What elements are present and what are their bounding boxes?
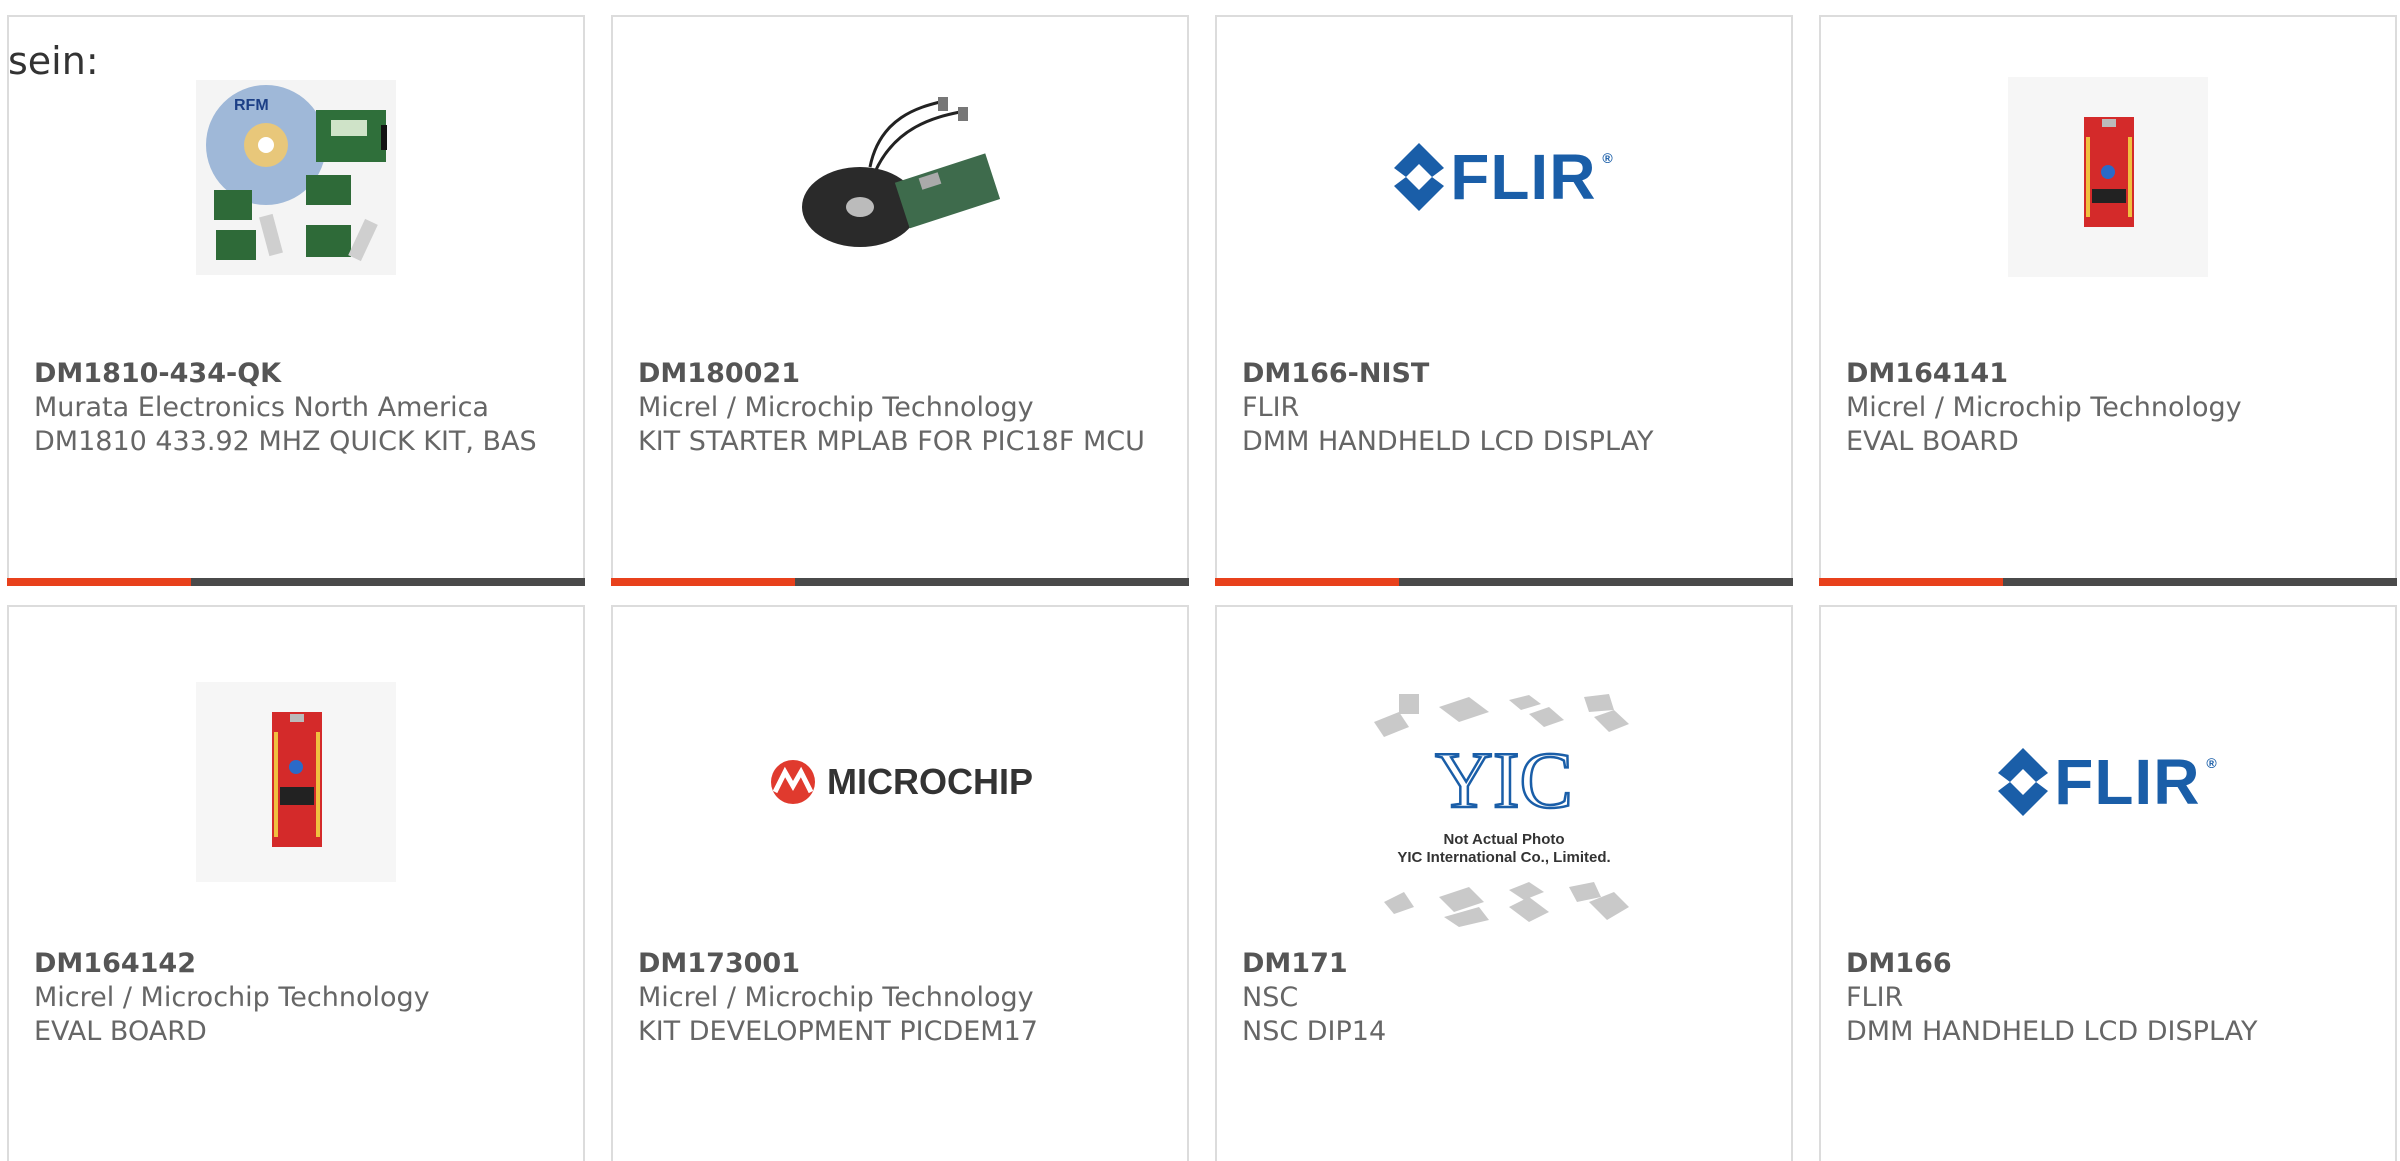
microchip-logo-icon: MICROCHIP (767, 760, 1033, 804)
flir-wordmark: FLIR (1450, 141, 1597, 213)
manufacturer-name: FLIR (1846, 982, 1904, 1013)
part-number[interactable]: DM1810-434-QK (34, 357, 543, 391)
manufacturer-name: Micrel / Microchip Technology (1846, 392, 2242, 423)
product-image[interactable] (1821, 72, 2395, 282)
product-card[interactable]: DM164141 Micrel / Microchip Technology E… (1819, 15, 2397, 586)
flir-wordmark: FLIR (2054, 746, 2201, 818)
svg-text:RFM: RFM (234, 97, 269, 114)
product-description: DM1810 433.92 MHZ QUICK KIT, BAS (34, 426, 537, 457)
manufacturer-name: Micrel / Microchip Technology (638, 982, 1034, 1013)
product-card[interactable]: MICROCHIP DM173001 Micrel / Microchip Te… (611, 605, 1189, 1161)
part-number[interactable]: DM166 (1846, 947, 2355, 981)
red-board-image-icon (2008, 77, 2208, 277)
red-board-image-icon (196, 682, 396, 882)
product-card[interactable]: DM180021 Micrel / Microchip Technology K… (611, 15, 1189, 586)
microchip-m-icon (771, 760, 815, 804)
product-image[interactable]: MICROCHIP (613, 677, 1187, 887)
card-bottom-bar (7, 578, 585, 586)
manufacturer-name: FLIR (1242, 392, 1300, 423)
manufacturer-name: Murata Electronics North America (34, 392, 489, 423)
part-number[interactable]: DM166-NIST (1242, 357, 1751, 391)
manufacturer-name: NSC (1242, 982, 1299, 1013)
placeholder-image-icon: YIC Not Actual Photo YIC International C… (1374, 694, 1629, 927)
product-card[interactable]: DM164142 Micrel / Microchip Technology E… (7, 605, 585, 1161)
product-description: KIT DEVELOPMENT PICDEM17 (638, 1016, 1038, 1047)
product-card[interactable]: YIC Not Actual Photo YIC International C… (1215, 605, 1793, 1161)
card-bar-accent (7, 578, 191, 586)
intro-text: sein: (8, 39, 99, 83)
product-description: DMM HANDHELD LCD DISPLAY (1846, 1016, 2258, 1047)
not-actual-photo-caption: Not Actual Photo (1443, 831, 1564, 848)
product-image[interactable] (9, 677, 583, 887)
flir-logo-icon: FLIR ® (1394, 140, 1614, 214)
flir-diamond-icon (1394, 143, 1445, 211)
manufacturer-name: Micrel / Microchip Technology (34, 982, 430, 1013)
product-image[interactable]: FLIR ® (1217, 72, 1791, 282)
card-bottom-bar (1819, 578, 2397, 586)
product-card[interactable]: FLIR ® DM166 FLIR DMM HANDHELD LCD DISPLA… (1819, 605, 2397, 1161)
product-card[interactable]: RFM DM1810-434-QK Murata Electronics Nor… (7, 15, 585, 586)
product-description: EVAL BOARD (34, 1016, 207, 1047)
product-grid-page: sein: RFM DM1810-434-QK Murata Electroni… (0, 0, 2400, 1161)
product-description: NSC DIP14 (1242, 1016, 1387, 1047)
card-bar-accent (1819, 578, 2003, 586)
microchip-wordmark: MICROCHIP (827, 761, 1033, 802)
company-caption: YIC International Co., Limited. (1397, 849, 1610, 866)
product-description: DMM HANDHELD LCD DISPLAY (1242, 426, 1654, 457)
product-card[interactable]: FLIR ® DM166-NIST FLIR DMM HANDHELD LCD D… (1215, 15, 1793, 586)
product-description: EVAL BOARD (1846, 426, 2019, 457)
card-bottom-bar (1215, 578, 1793, 586)
product-description: KIT STARTER MPLAB FOR PIC18F MCU (638, 426, 1145, 457)
product-image[interactable] (613, 72, 1187, 282)
product-image[interactable]: RFM (9, 72, 583, 282)
product-image[interactable]: FLIR ® (1821, 677, 2395, 887)
starter-kit-image-icon (802, 97, 1000, 247)
svg-text:YIC: YIC (1435, 737, 1573, 825)
part-number[interactable]: DM164141 (1846, 357, 2355, 391)
part-number[interactable]: DM164142 (34, 947, 543, 981)
card-bar-accent (1215, 578, 1399, 586)
flir-diamond-icon (1998, 748, 2049, 816)
product-image[interactable]: YIC Not Actual Photo YIC International C… (1217, 692, 1791, 932)
flir-logo-icon: FLIR ® (1998, 745, 2218, 819)
dev-kit-image-icon: RFM (196, 79, 396, 275)
manufacturer-name: Micrel / Microchip Technology (638, 392, 1034, 423)
part-number[interactable]: DM173001 (638, 947, 1147, 981)
part-number[interactable]: DM171 (1242, 947, 1751, 981)
card-bar-accent (611, 578, 795, 586)
part-number[interactable]: DM180021 (638, 357, 1147, 391)
card-bottom-bar (611, 578, 1189, 586)
